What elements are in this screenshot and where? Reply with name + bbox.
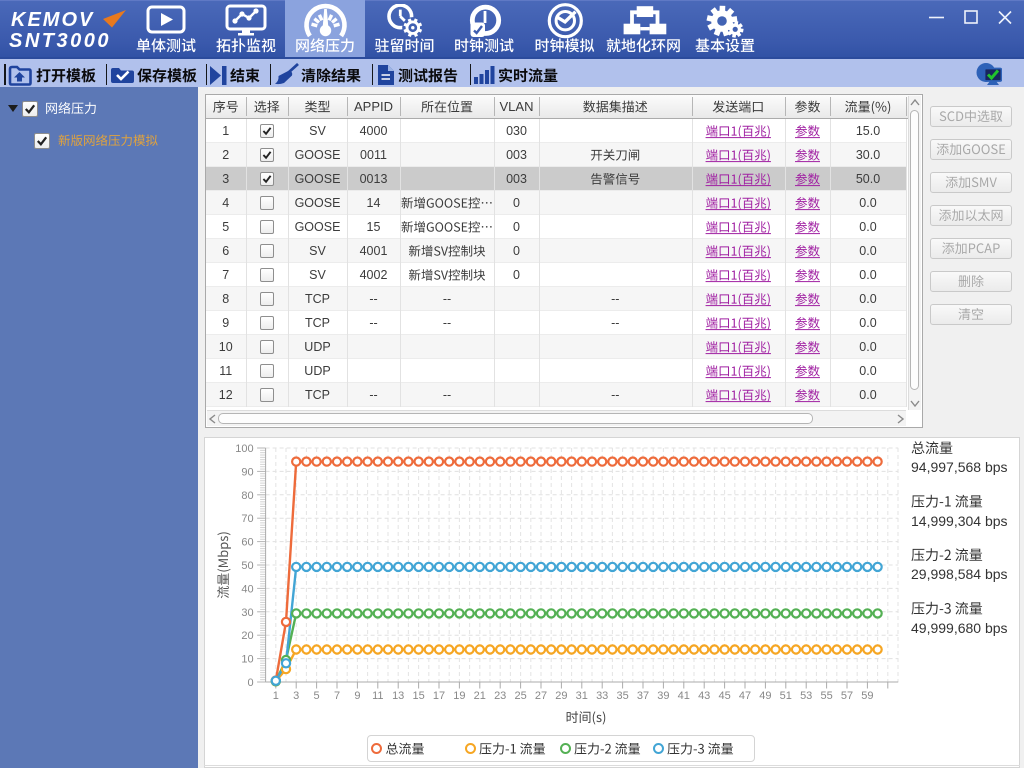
svg-text:13: 13	[392, 690, 404, 702]
svg-text:37: 37	[637, 690, 649, 702]
svg-text:23: 23	[494, 690, 506, 702]
svg-text:80: 80	[241, 490, 253, 502]
svg-text:19: 19	[453, 690, 465, 702]
svg-text:21: 21	[474, 690, 486, 702]
svg-text:53: 53	[800, 690, 812, 702]
svg-text:5: 5	[314, 690, 320, 702]
svg-text:41: 41	[678, 690, 690, 702]
svg-text:15: 15	[412, 690, 424, 702]
svg-text:45: 45	[718, 690, 730, 702]
svg-text:57: 57	[841, 690, 853, 702]
svg-text:0: 0	[247, 677, 253, 689]
svg-text:25: 25	[514, 690, 526, 702]
svg-text:39: 39	[657, 690, 669, 702]
svg-text:10: 10	[241, 654, 253, 666]
svg-text:1: 1	[273, 690, 279, 702]
svg-text:47: 47	[739, 690, 751, 702]
svg-text:7: 7	[334, 690, 340, 702]
svg-text:49: 49	[759, 690, 771, 702]
svg-text:55: 55	[820, 690, 832, 702]
svg-text:31: 31	[576, 690, 588, 702]
svg-text:35: 35	[616, 690, 628, 702]
svg-text:20: 20	[241, 630, 253, 642]
svg-text:11: 11	[372, 690, 383, 702]
svg-text:100: 100	[235, 443, 253, 455]
svg-text:9: 9	[354, 690, 360, 702]
svg-text:30: 30	[241, 607, 253, 619]
svg-text:70: 70	[241, 513, 253, 525]
svg-text:40: 40	[241, 583, 253, 595]
svg-text:3: 3	[293, 690, 299, 702]
svg-text:43: 43	[698, 690, 710, 702]
svg-text:50: 50	[241, 560, 253, 572]
svg-text:27: 27	[535, 690, 547, 702]
svg-text:33: 33	[596, 690, 608, 702]
svg-text:29: 29	[555, 690, 567, 702]
svg-text:90: 90	[241, 466, 253, 478]
svg-text:60: 60	[241, 537, 253, 549]
svg-text:51: 51	[780, 690, 792, 702]
svg-text:17: 17	[433, 690, 445, 702]
svg-text:59: 59	[861, 690, 873, 702]
